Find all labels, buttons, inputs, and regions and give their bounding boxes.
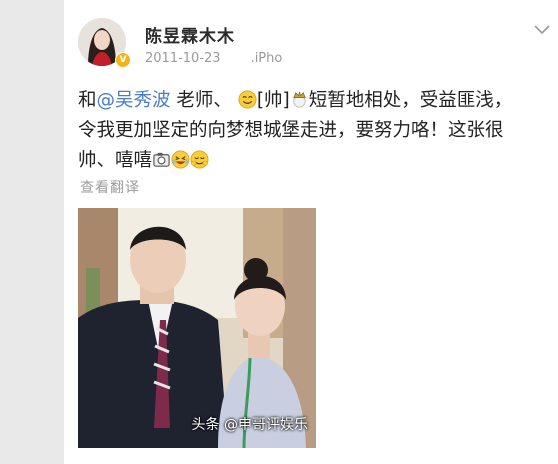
post-text-part: 和 bbox=[78, 90, 97, 111]
post-date: 2011-10-23 bbox=[145, 51, 221, 66]
post-photo[interactable]: 头条 @申哥评娱乐 bbox=[78, 208, 316, 448]
post-text-part: 老师、 bbox=[170, 90, 232, 111]
mention-link[interactable]: @吴秀波 bbox=[97, 90, 171, 111]
emoji-code: [帅] bbox=[256, 90, 290, 111]
camera-emoji-icon bbox=[153, 152, 170, 167]
post-line-1: 和@吴秀波 老师、 [帅] 短暂地相处，受益匪浅， bbox=[78, 86, 548, 116]
laugh-emoji-icon bbox=[171, 150, 190, 169]
post-line-3: 帅、嘻嘻 bbox=[78, 146, 548, 176]
post-text-part: 帅、嘻嘻 bbox=[78, 150, 153, 171]
post-source: .iPho bbox=[250, 51, 283, 66]
chevron-down-icon[interactable] bbox=[533, 24, 551, 36]
crown-emoji-icon bbox=[292, 91, 306, 108]
watermark: 头条 @申哥评娱乐 bbox=[191, 417, 308, 433]
post-text-part: 短暂地相处，受益匪浅， bbox=[308, 90, 513, 111]
post-line-2: 令我更加坚定的向梦想城堡走进，要努力咯！这张很 bbox=[78, 120, 504, 141]
verified-badge-icon: V bbox=[115, 52, 131, 68]
user-name[interactable]: 陈昱霖木木 bbox=[145, 22, 235, 47]
post-meta: 2011-10-23 .iPho bbox=[145, 51, 282, 66]
post-text: 和@吴秀波 老师、 [帅] 短暂地相处，受益匪浅， 令我更加坚定的向梦想城堡走进… bbox=[78, 86, 548, 176]
smile-emoji-icon bbox=[238, 90, 257, 109]
translate-link[interactable]: 查看翻译 bbox=[80, 177, 140, 197]
laugh-emoji-icon bbox=[190, 150, 209, 169]
